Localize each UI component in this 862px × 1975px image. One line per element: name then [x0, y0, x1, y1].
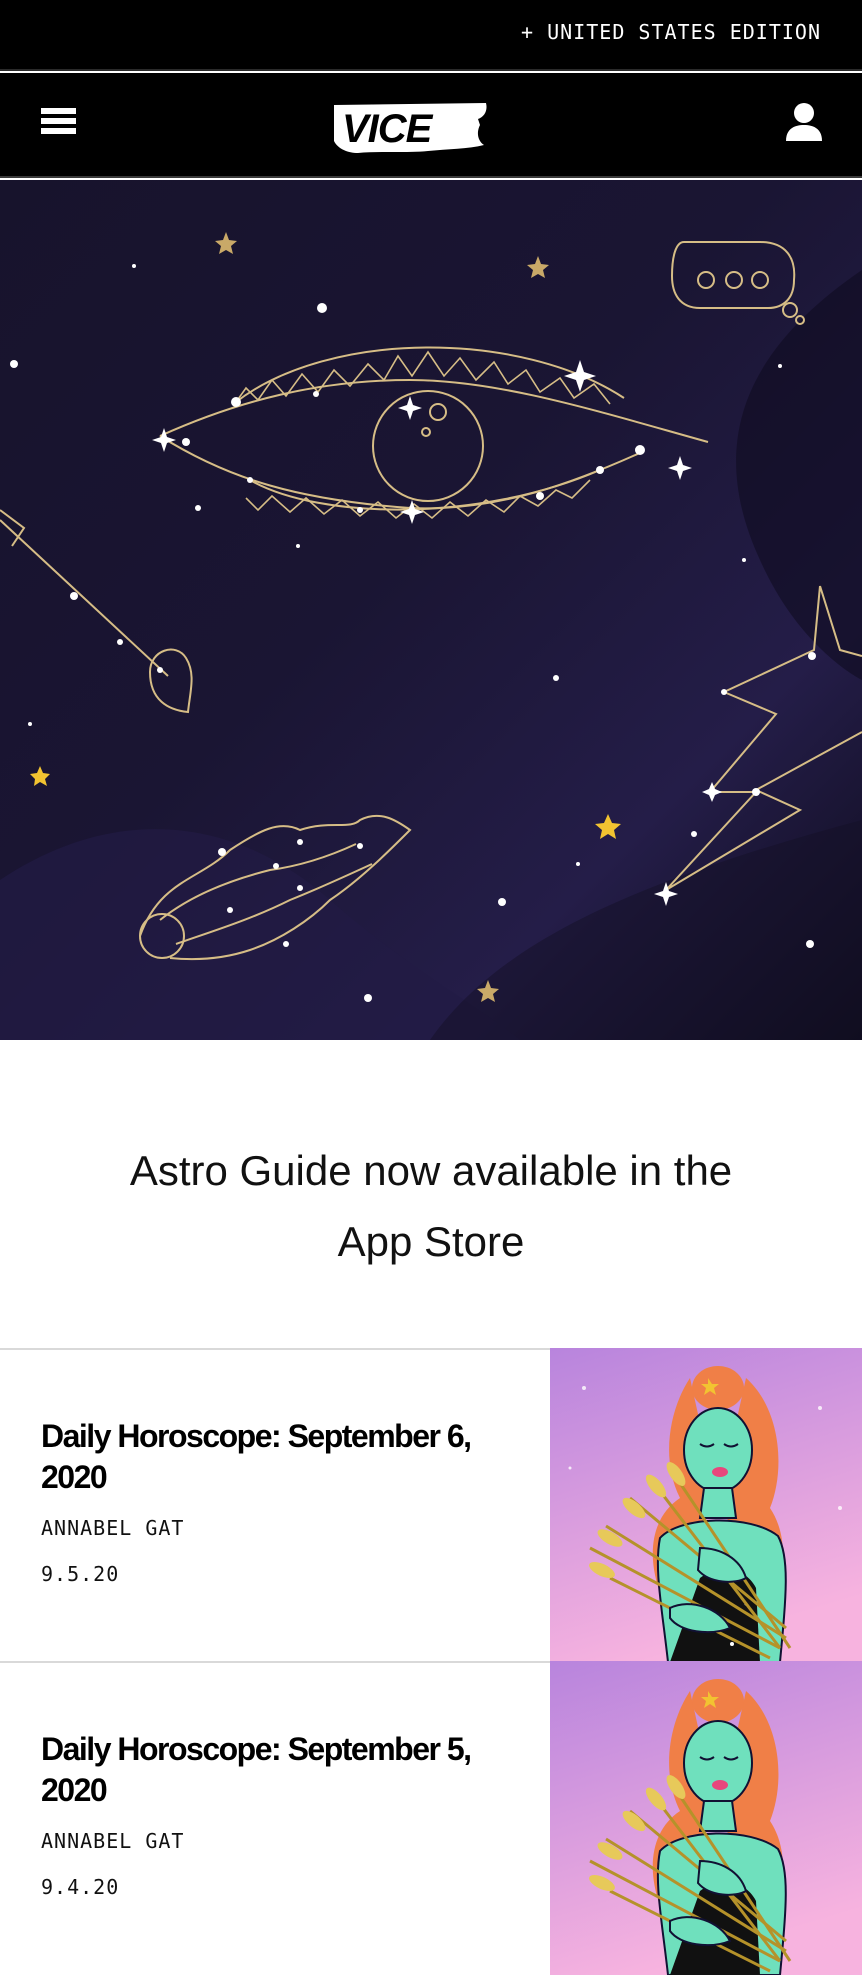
article-text: Daily Horoscope: September 6, 2020 ANNAB…	[41, 1416, 501, 1586]
vice-logo[interactable]: VICE	[328, 97, 490, 155]
article-author[interactable]: ANNABEL GAT	[41, 1516, 501, 1540]
edition-selector-link[interactable]: + UNITED STATES EDITION	[521, 20, 821, 44]
hero-illustration-svg	[0, 180, 862, 1040]
virgo-illustration	[550, 1661, 862, 1975]
promo-text[interactable]: Astro Guide now available in the App Sto…	[100, 1135, 762, 1277]
edition-bar: + UNITED STATES EDITION	[0, 0, 862, 71]
article-thumbnail[interactable]	[550, 1661, 862, 1975]
article-date: 9.5.20	[41, 1562, 120, 1586]
article-title[interactable]: Daily Horoscope: September 5, 2020	[41, 1729, 501, 1811]
virgo-illustration	[550, 1348, 862, 1662]
svg-text:VICE: VICE	[342, 107, 434, 151]
app-store-promo: Astro Guide now available in the App Sto…	[0, 1040, 862, 1348]
article-author[interactable]: ANNABEL GAT	[41, 1829, 501, 1853]
user-account-icon[interactable]	[784, 101, 824, 145]
article-card[interactable]: Daily Horoscope: September 5, 2020 ANNAB…	[0, 1661, 862, 1975]
main-nav: VICE	[0, 73, 862, 178]
article-title[interactable]: Daily Horoscope: September 6, 2020	[41, 1416, 501, 1498]
hero-astrology-illustration	[0, 180, 862, 1040]
article-thumbnail[interactable]	[550, 1348, 862, 1662]
article-text: Daily Horoscope: September 5, 2020 ANNAB…	[41, 1729, 501, 1899]
hamburger-menu-icon[interactable]	[41, 108, 76, 140]
article-date: 9.4.20	[41, 1875, 120, 1899]
article-card[interactable]: Daily Horoscope: September 6, 2020 ANNAB…	[0, 1348, 862, 1662]
